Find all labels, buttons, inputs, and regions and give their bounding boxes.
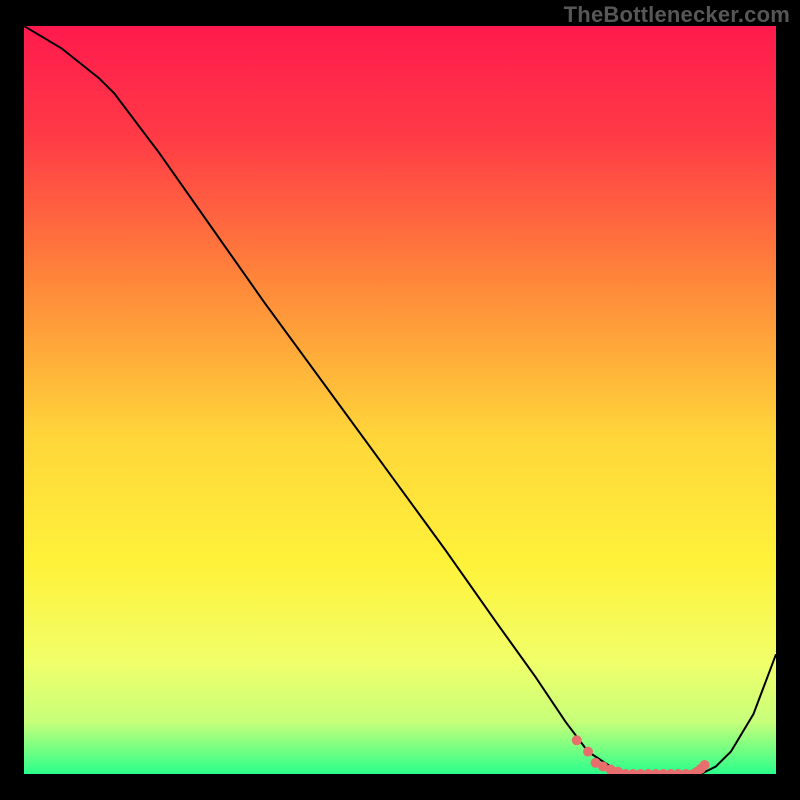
- watermark-text: TheBottlenecker.com: [564, 2, 790, 28]
- bottleneck-chart: [0, 0, 800, 800]
- curve-marker: [572, 735, 582, 745]
- curve-marker: [583, 747, 593, 757]
- curve-marker: [700, 760, 710, 770]
- chart-background: [24, 26, 776, 774]
